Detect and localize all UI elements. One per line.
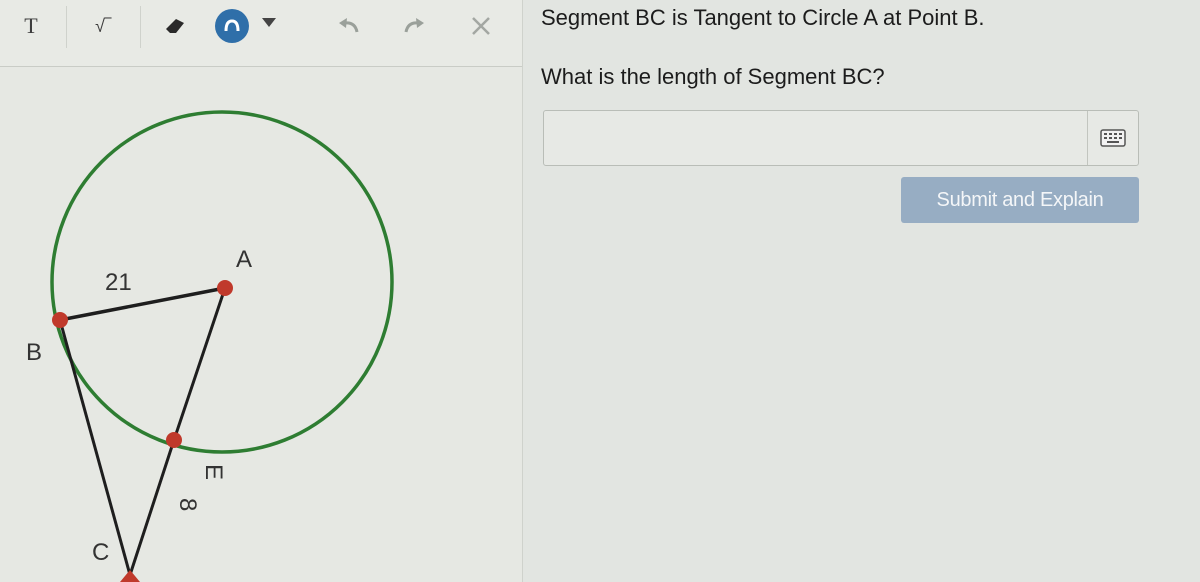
eraser-button[interactable]	[152, 8, 198, 44]
label-a: A	[236, 246, 252, 273]
undo-button[interactable]	[325, 8, 371, 44]
clear-button[interactable]	[458, 8, 504, 44]
question-statement: Segment BC is Tangent to Circle A at Poi…	[541, 5, 985, 30]
question-pane: Segment BC is Tangent to Circle A at Poi…	[523, 0, 1200, 582]
snap-button[interactable]	[215, 9, 249, 43]
chevron-down-icon[interactable]	[262, 18, 276, 27]
label-ce-length: 8	[174, 498, 201, 511]
toolbar-divider	[66, 6, 67, 48]
point-a[interactable]	[217, 280, 233, 296]
undo-icon	[339, 18, 359, 33]
eraser-icon	[166, 19, 184, 33]
text-icon: T	[24, 13, 38, 38]
label-e: E	[200, 464, 227, 480]
answer-input[interactable]	[544, 111, 1104, 165]
redo-icon	[404, 18, 424, 33]
label-b: B	[26, 339, 42, 366]
segment-ec	[128, 439, 176, 576]
segment-bc	[58, 319, 132, 576]
sqrt-icon: √‾	[95, 15, 111, 36]
keyboard-icon	[1100, 129, 1126, 147]
point-c[interactable]	[120, 570, 140, 582]
point-e[interactable]	[166, 432, 182, 448]
submit-button[interactable]: Submit and Explain	[901, 177, 1139, 223]
text-tool-button[interactable]: T	[8, 8, 54, 44]
label-c: C	[92, 539, 109, 566]
sqrt-tool-button[interactable]: √‾	[80, 8, 126, 44]
snap-icon	[224, 19, 240, 32]
redo-button[interactable]	[392, 8, 438, 44]
question-prompt: What is the length of Segment BC?	[541, 64, 885, 89]
segment-ab	[59, 286, 226, 322]
keyboard-button[interactable]	[1087, 111, 1138, 165]
segment-ae	[172, 287, 227, 441]
geometry-diagram[interactable]: A B C E 21 8	[0, 67, 522, 582]
toolbar-divider	[140, 6, 141, 48]
close-icon	[472, 17, 490, 35]
graph-pane: T √‾ A B C E 21 8	[0, 0, 523, 582]
label-ab-length: 21	[105, 269, 132, 296]
answer-field[interactable]	[543, 110, 1139, 166]
point-b[interactable]	[52, 312, 68, 328]
toolbar: T √‾	[0, 0, 522, 67]
